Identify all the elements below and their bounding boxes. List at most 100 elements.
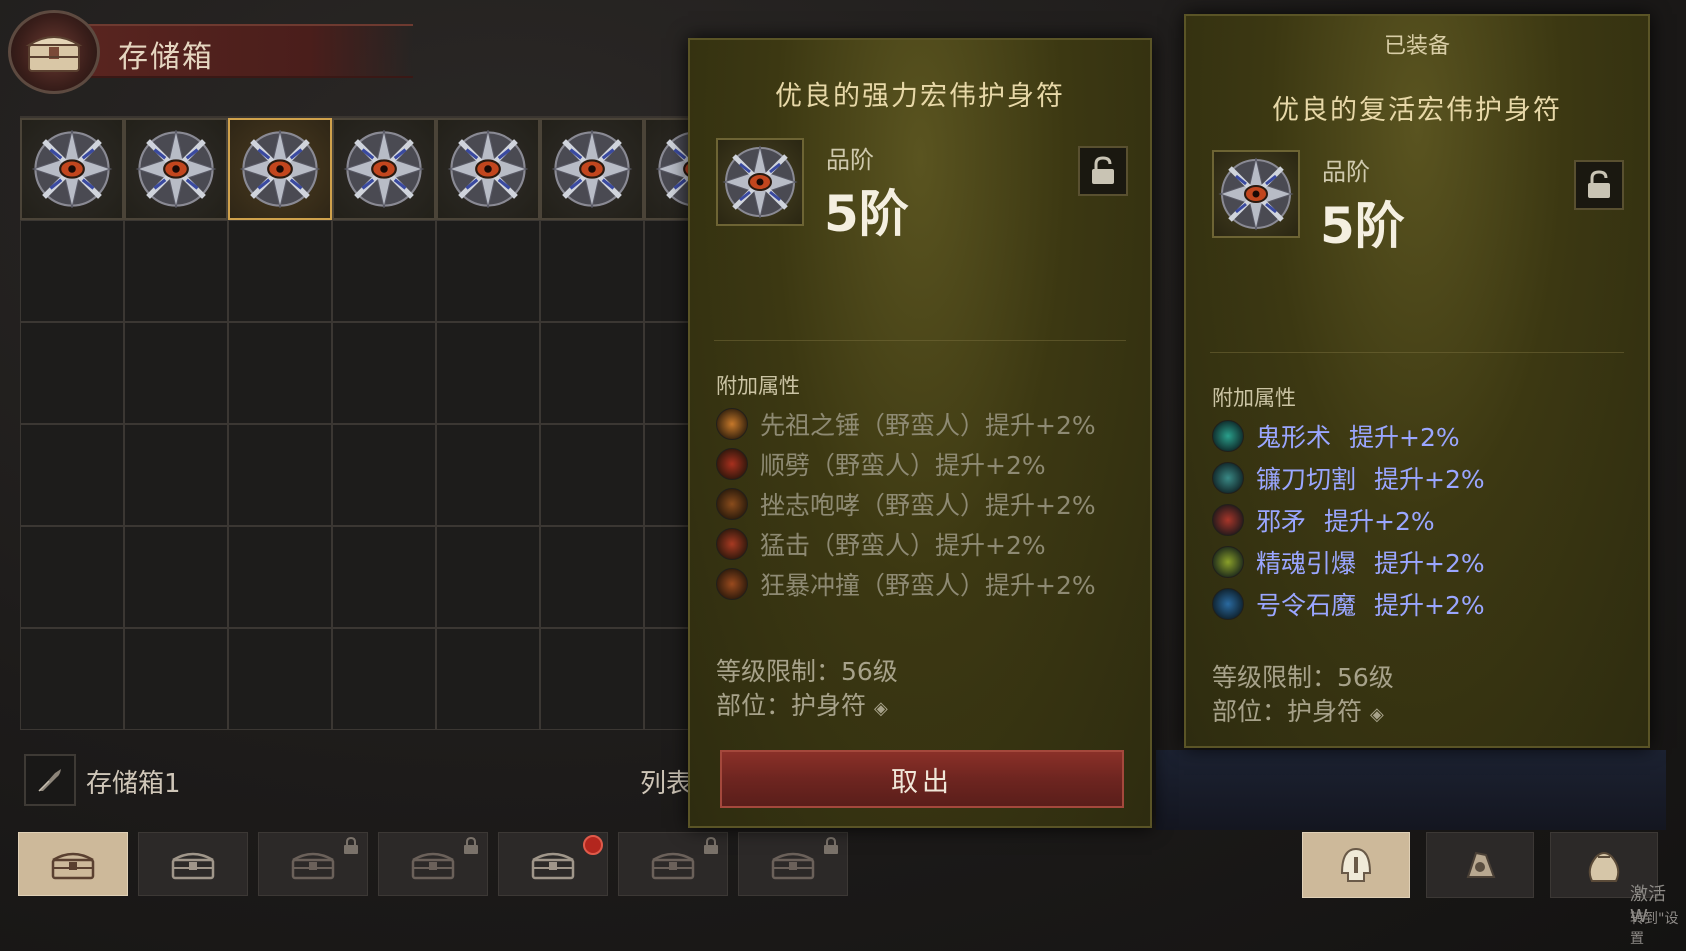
affix-skill-name: 鬼形术 — [1256, 423, 1332, 452]
stash-slot[interactable] — [228, 220, 332, 322]
stash-slot[interactable] — [540, 628, 644, 730]
stash-slot[interactable] — [124, 424, 228, 526]
page-title: 存储箱 — [118, 40, 214, 75]
stash-slot[interactable] — [124, 628, 228, 730]
stash-slot[interactable] — [228, 118, 332, 220]
stash-slot[interactable] — [332, 628, 436, 730]
chest-icon — [8, 10, 100, 94]
stash-slot[interactable] — [436, 220, 540, 322]
equipped-tooltip: 已装备 优良的复活宏伟护身符 品阶 5阶 附加属性 鬼形术 提升+2% 镰刀切割 提升… — [1184, 14, 1650, 748]
skill-icon — [1212, 420, 1244, 452]
stash-slot[interactable] — [124, 526, 228, 628]
stash-slot[interactable] — [540, 322, 644, 424]
stash-slot[interactable] — [20, 424, 124, 526]
stash-slot[interactable] — [436, 526, 540, 628]
stash-tab-2[interactable] — [138, 832, 248, 896]
equipped-amulet-icon — [1212, 150, 1300, 238]
stash-slot[interactable] — [540, 220, 644, 322]
skill-icon — [716, 488, 748, 520]
chest-icon — [651, 852, 695, 880]
skill-icon — [716, 568, 748, 600]
stash-slot[interactable] — [20, 526, 124, 628]
stash-tab-3[interactable] — [258, 832, 368, 896]
stash-tab-7[interactable] — [738, 832, 848, 896]
skill-icon — [716, 448, 748, 480]
stash-slot[interactable] — [124, 220, 228, 322]
stash-slot[interactable] — [332, 424, 436, 526]
affix-header: 附加属性 — [716, 374, 800, 398]
skill-icon — [1212, 588, 1244, 620]
stash-tab-6[interactable] — [618, 832, 728, 896]
stash-slot[interactable] — [124, 118, 228, 220]
stash-slot[interactable] — [540, 424, 644, 526]
stash-slot[interactable] — [540, 118, 644, 220]
skill-icon — [1212, 462, 1244, 494]
grade-label: 品阶 — [826, 146, 874, 174]
lock-button[interactable] — [1078, 146, 1128, 196]
equipped-lock-button[interactable] — [1574, 160, 1624, 210]
chest-name-label: 存储箱1 — [86, 769, 181, 799]
stash-tab-4[interactable] — [378, 832, 488, 896]
take-out-button[interactable]: 取出 — [720, 750, 1124, 808]
affix-skill-name: 精魂引爆 — [1256, 549, 1357, 578]
equipped-grade-value: 5阶 — [1320, 197, 1405, 255]
stash-slot[interactable] — [228, 526, 332, 628]
stash-slot[interactable] — [332, 526, 436, 628]
affix-skill-name: 镰刀切割 — [1256, 465, 1357, 494]
stash-header: 存储箱 — [8, 8, 428, 96]
affix-row: 顺劈（野蛮人）提升+2% — [716, 446, 1046, 482]
amulet-slot-icon: ◈ — [1369, 704, 1384, 725]
amulet-icon — [341, 126, 427, 212]
chest-icon — [291, 852, 335, 880]
affix-skill-name: 号令石魔 — [1256, 591, 1357, 620]
affix-text: 狂暴冲撞（野蛮人）提升+2% — [760, 571, 1096, 600]
stash-slot[interactable] — [20, 322, 124, 424]
affix-row: 号令石魔 提升+2% — [1212, 586, 1485, 622]
stash-slot[interactable] — [332, 118, 436, 220]
stash-slot[interactable] — [124, 322, 228, 424]
stash-slot[interactable] — [436, 322, 540, 424]
chest-icon — [411, 852, 455, 880]
skill-icon — [1212, 504, 1244, 536]
stash-slot[interactable] — [228, 424, 332, 526]
equipped-level-requirement: 等级限制：56级 — [1212, 663, 1394, 692]
stash-slot[interactable] — [20, 118, 124, 220]
stash-tab-5[interactable] — [498, 832, 608, 896]
stash-slot[interactable] — [20, 628, 124, 730]
divider — [714, 340, 1126, 341]
affix-value: 提升+2% — [1374, 465, 1485, 494]
lock-icon — [823, 836, 839, 859]
item-slot: 部位：护身符 ◈ — [716, 686, 888, 722]
stash-slot[interactable] — [540, 526, 644, 628]
lock-icon — [343, 836, 359, 859]
bag-icon — [1588, 852, 1620, 882]
amulet-icon — [237, 126, 323, 212]
stash-slot[interactable] — [332, 220, 436, 322]
stash-slot[interactable] — [20, 220, 124, 322]
stash-slot[interactable] — [228, 322, 332, 424]
equipped-grade-label: 品阶 — [1322, 158, 1370, 186]
level-requirement: 等级限制：56级 — [716, 657, 898, 686]
stash-slot[interactable] — [436, 118, 540, 220]
chest-icon — [51, 852, 95, 880]
chest-icon — [531, 852, 575, 880]
stash-slot[interactable] — [228, 628, 332, 730]
amulet-slot-icon: ◈ — [873, 698, 888, 719]
rename-button[interactable] — [24, 754, 76, 806]
stash-tab-1[interactable] — [18, 832, 128, 896]
stash-slot[interactable] — [436, 424, 540, 526]
affix-skill-name: 邪矛 — [1256, 507, 1307, 536]
skill-icon — [1212, 546, 1244, 578]
list-label[interactable]: 列表 — [640, 763, 692, 800]
lock-icon — [463, 836, 479, 859]
grade-value: 5阶 — [824, 185, 909, 243]
affix-value: 提升+2% — [1324, 507, 1435, 536]
stash-slot[interactable] — [436, 628, 540, 730]
gems-tab[interactable] — [1426, 832, 1534, 898]
notification-badge — [583, 835, 603, 855]
stash-slot[interactable] — [332, 322, 436, 424]
item-slot-text: 部位：护身符 — [716, 691, 867, 720]
affix-row: 狂暴冲撞（野蛮人）提升+2% — [716, 566, 1096, 602]
helmet-icon — [1340, 847, 1372, 882]
helmet-tab[interactable] — [1302, 832, 1410, 898]
